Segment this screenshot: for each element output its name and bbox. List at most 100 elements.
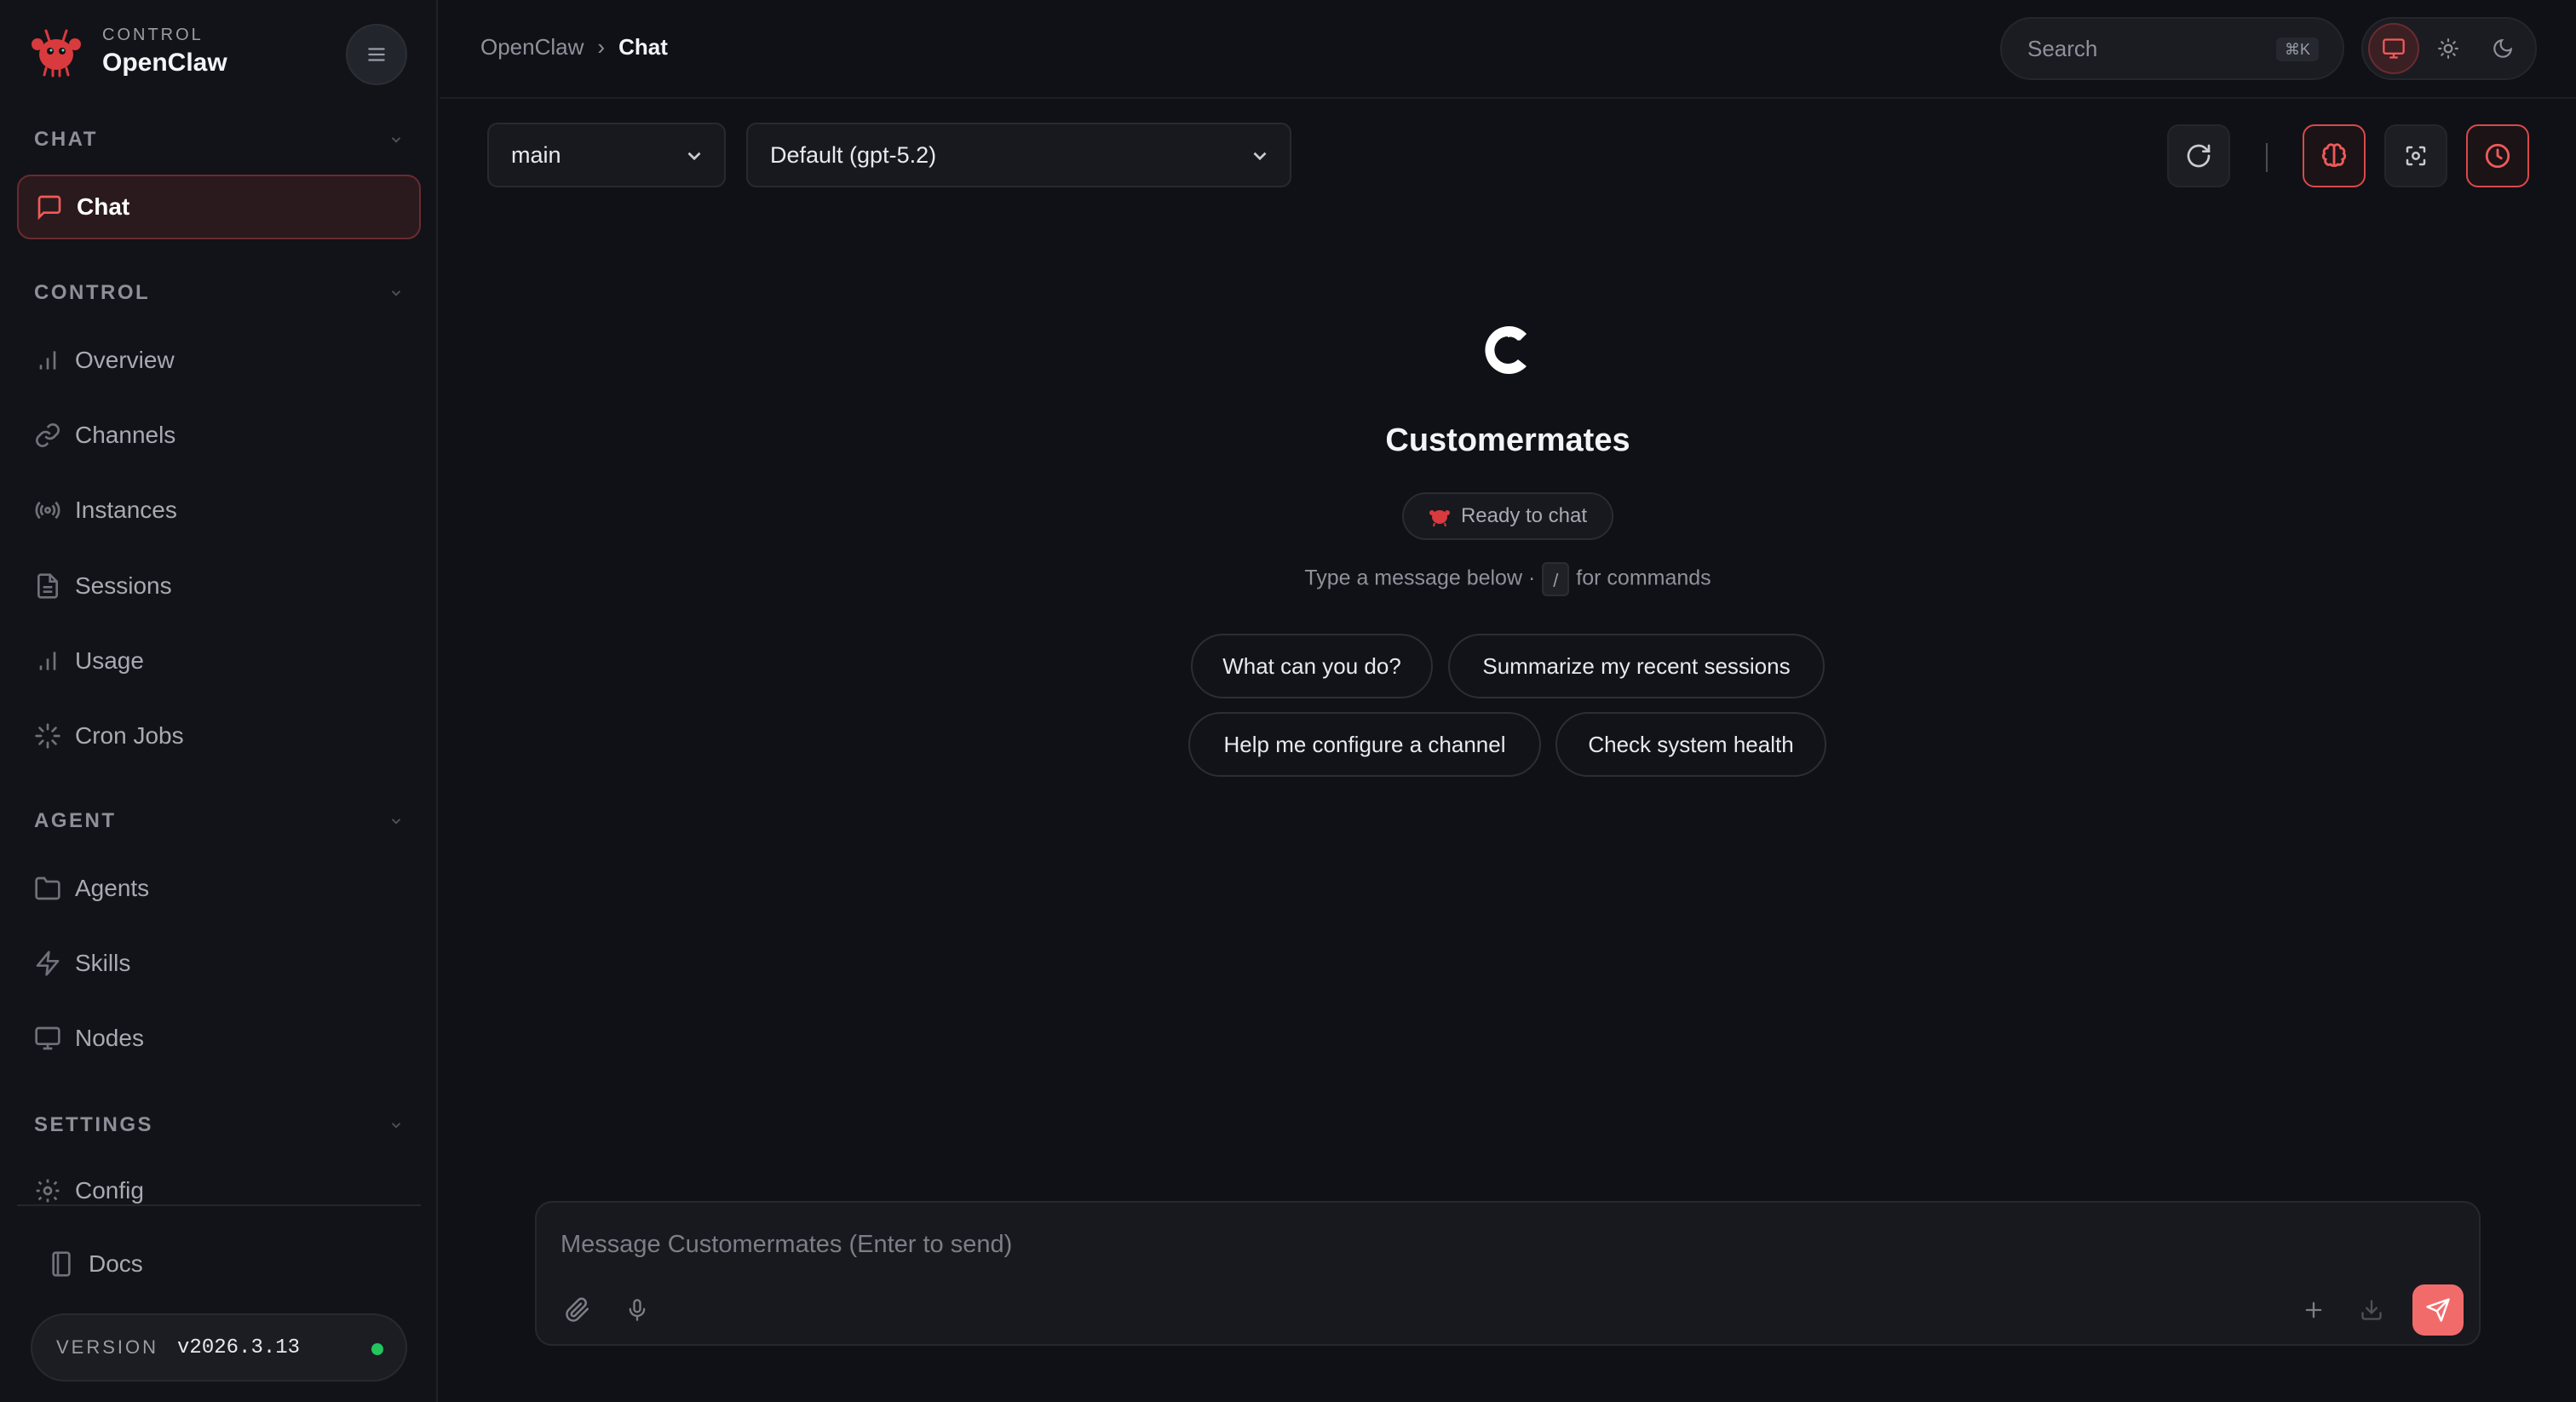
chevron-down-icon <box>391 1123 401 1129</box>
monitor-icon <box>2383 38 2405 59</box>
sidebar-item-label: Agents <box>75 875 150 901</box>
sidebar-divider <box>17 1204 421 1206</box>
slash-key: / <box>1542 562 1570 596</box>
breadcrumb-root[interactable]: OpenClaw <box>480 34 584 60</box>
suggestion-label: Help me configure a channel <box>1223 731 1506 757</box>
radio-icon <box>35 501 60 520</box>
refresh-button[interactable] <box>2167 124 2230 187</box>
chevron-down-icon <box>391 819 401 825</box>
bar-chart-icon <box>39 351 56 370</box>
section-control-title: CONTROL <box>34 281 151 304</box>
sidebar-item-label: Cron Jobs <box>75 722 184 749</box>
sidebar-item-label: Config <box>75 1177 144 1204</box>
welcome-title-wrap: Customermates <box>0 422 2576 459</box>
brand-subtitle: CONTROL <box>102 25 204 44</box>
microphone-icon <box>629 1299 646 1321</box>
sidebar-item-config[interactable]: Config <box>17 1160 421 1204</box>
breadcrumb-current: Chat <box>618 34 668 60</box>
sidebar-item-overview[interactable]: Overview <box>17 328 421 393</box>
version-label: VERSION <box>56 1336 159 1358</box>
crab-icon <box>1429 510 1450 527</box>
thinking-toggle-button[interactable] <box>2303 124 2366 187</box>
chevron-down-icon <box>391 290 401 296</box>
search-placeholder: Search <box>2027 35 2098 61</box>
suggestion-label: Summarize my recent sessions <box>1482 652 1791 679</box>
clock-icon <box>2485 143 2510 169</box>
send-icon <box>2426 1298 2450 1322</box>
sidebar-toggle-button[interactable] <box>346 24 407 85</box>
sidebar-item-nodes[interactable]: Nodes <box>17 1006 421 1071</box>
new-session-button[interactable] <box>2295 1291 2332 1329</box>
refresh-icon <box>2187 144 2211 168</box>
loader-icon <box>35 723 60 749</box>
sidebar-item-label: Overview <box>75 347 175 373</box>
section-agent-header[interactable]: AGENT <box>34 809 404 833</box>
search-shortcut: ⌘K <box>2275 37 2319 61</box>
menu-icon <box>368 48 385 61</box>
input-hint: Type a message below · / for commands <box>0 562 2576 596</box>
sidebar-item-usage[interactable]: Usage <box>17 629 421 693</box>
theme-system-button[interactable] <box>2368 23 2419 74</box>
chevron-down-icon <box>391 137 401 143</box>
sidebar: CONTROL OpenClaw CHAT Chat CONTROL Overv… <box>0 0 438 1402</box>
focus-mode-button[interactable] <box>2384 124 2447 187</box>
suggestion-chip[interactable]: What can you do? <box>1191 634 1433 698</box>
welcome-title: Customermates <box>1385 422 1630 458</box>
sidebar-item-docs[interactable]: Docs <box>31 1232 407 1296</box>
sidebar-item-chat[interactable]: Chat <box>17 175 421 239</box>
status-badge: Ready to chat <box>1402 492 1613 540</box>
voice-input-button[interactable] <box>618 1291 656 1329</box>
sidebar-item-skills[interactable]: Skills <box>17 931 421 996</box>
session-select[interactable]: main <box>487 123 726 187</box>
scan-focus-icon <box>2406 146 2426 166</box>
brand-name: OpenClaw <box>102 48 227 77</box>
section-control-header[interactable]: CONTROL <box>34 281 404 305</box>
message-input[interactable] <box>561 1223 2435 1266</box>
suggestion-chip[interactable]: Summarize my recent sessions <box>1448 634 1825 698</box>
session-select-value: main <box>511 141 561 168</box>
section-settings-header[interactable]: SETTINGS <box>34 1113 404 1137</box>
brand[interactable]: CONTROL OpenClaw <box>29 24 227 78</box>
suggestion-chip[interactable]: Check system health <box>1555 712 1826 777</box>
theme-switcher <box>2361 17 2537 80</box>
sidebar-item-instances[interactable]: Instances <box>17 478 421 543</box>
model-select-value: Default (gpt-5.2) <box>770 141 937 168</box>
history-button[interactable] <box>2466 124 2529 187</box>
theme-light-button[interactable] <box>2423 23 2474 74</box>
version-badge: VERSION v2026.3.13 <box>31 1313 407 1382</box>
model-select[interactable]: Default (gpt-5.2) <box>746 123 1291 187</box>
breadcrumb-separator: › <box>597 34 606 60</box>
section-chat-header[interactable]: CHAT <box>34 128 404 152</box>
folder-icon <box>35 876 60 900</box>
message-square-icon <box>37 195 61 221</box>
sun-icon <box>2438 38 2458 59</box>
suggestion-chip[interactable]: Help me configure a channel <box>1188 712 1541 777</box>
zap-icon <box>36 951 60 976</box>
attach-button[interactable] <box>559 1291 596 1329</box>
theme-dark-button[interactable] <box>2477 23 2528 74</box>
breadcrumb: OpenClaw › Chat <box>480 34 668 60</box>
sidebar-item-label: Usage <box>75 647 144 674</box>
chevron-down-icon <box>1253 152 1267 161</box>
customermates-logo <box>1485 326 1527 374</box>
connection-status-dot <box>371 1343 383 1355</box>
section-settings-title: SETTINGS <box>34 1113 154 1136</box>
monitor-icon <box>35 1026 60 1050</box>
brain-icon <box>2321 143 2347 167</box>
sidebar-item-agents[interactable]: Agents <box>17 856 421 921</box>
plus-icon <box>2305 1301 2322 1319</box>
moon-icon <box>2493 38 2513 58</box>
hint-before: Type a message below · <box>1304 566 1536 590</box>
sidebar-item-label: Nodes <box>75 1025 144 1051</box>
chevron-down-icon <box>687 152 701 161</box>
send-button[interactable] <box>2412 1284 2464 1336</box>
sidebar-item-label: Instances <box>75 497 177 523</box>
sidebar-item-label: Chat <box>77 193 130 220</box>
sidebar-item-cron-jobs[interactable]: Cron Jobs <box>17 704 421 768</box>
sidebar-item-label: Skills <box>75 950 131 976</box>
search-box[interactable]: Search ⌘K <box>2000 17 2344 80</box>
export-button[interactable] <box>2353 1291 2390 1329</box>
download-icon <box>2361 1300 2382 1320</box>
suggestion-label: What can you do? <box>1222 652 1401 679</box>
section-agent-title: AGENT <box>34 809 117 832</box>
